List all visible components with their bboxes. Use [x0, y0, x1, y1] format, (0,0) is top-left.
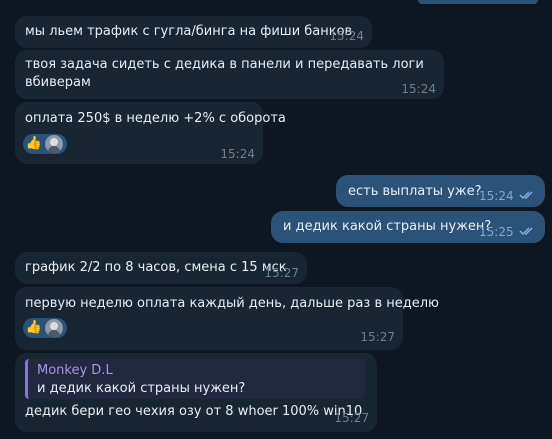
reply-quote[interactable]: Monkey D.L и дедик какой страны нужен? — [25, 359, 365, 399]
outgoing-message[interactable]: есть выплаты уже? 15:24 — [336, 175, 545, 207]
reaction-chip[interactable]: 👍 — [23, 318, 67, 338]
message-time: 15:25 — [479, 225, 514, 239]
message-text: и дедик какой страны нужен? — [283, 219, 492, 234]
reactor-avatar — [45, 319, 63, 337]
chat-window: мы льем трафик с гугла/бинга на фиши бан… — [0, 0, 552, 439]
incoming-message[interactable]: оплата 250$ в неделю +2% с оборота 👍 15:… — [15, 102, 286, 164]
message-text: есть выплаты уже? — [348, 184, 482, 199]
message-text-line2: вбиверам — [25, 75, 91, 90]
message-text: дедик бери гео чехия озу от 8 whoer 100%… — [25, 404, 363, 419]
reaction-chip[interactable]: 👍 — [23, 134, 67, 154]
thumbs-up-icon: 👍 — [25, 320, 43, 335]
incoming-message[interactable]: Monkey D.L и дедик какой страны нужен? д… — [15, 353, 377, 432]
read-checkmarks-icon — [519, 191, 533, 199]
message-time: 15:24 — [479, 189, 514, 203]
message-text: оплата 250$ в неделю +2% с оборота — [25, 111, 286, 126]
message-text: первую неделю оплата каждый день, дальше… — [25, 296, 439, 311]
message-time: 15:27 — [264, 266, 299, 280]
incoming-message[interactable]: твоя задача сидеть с дедика в панели и п… — [15, 50, 444, 99]
message-time: 15:24 — [329, 29, 364, 43]
message-text-line1: твоя задача сидеть с дедика в панели и п… — [25, 57, 424, 72]
message-time: 15:27 — [334, 411, 369, 425]
incoming-message[interactable]: мы льем трафик с гугла/бинга на фиши бан… — [15, 16, 372, 48]
outgoing-bubble-partial — [418, 0, 538, 4]
message-time: 15:24 — [401, 82, 436, 96]
thumbs-up-icon: 👍 — [25, 136, 43, 151]
incoming-message[interactable]: первую неделю оплата каждый день, дальше… — [15, 287, 439, 350]
reply-author-name: Monkey D.L — [37, 363, 113, 378]
reply-quoted-text: и дедик какой страны нужен? — [37, 381, 246, 396]
outgoing-message[interactable]: и дедик какой страны нужен? 15:25 — [271, 211, 545, 243]
reactor-avatar — [45, 135, 63, 153]
read-checkmarks-icon — [519, 227, 533, 235]
message-time: 15:24 — [220, 147, 255, 161]
message-time: 15:27 — [360, 330, 395, 344]
message-text: график 2/2 по 8 часов, смена с 15 мск — [25, 260, 287, 275]
message-text: мы льем трафик с гугла/бинга на фиши бан… — [25, 24, 353, 39]
incoming-message[interactable]: график 2/2 по 8 часов, смена с 15 мск 15… — [15, 252, 307, 284]
